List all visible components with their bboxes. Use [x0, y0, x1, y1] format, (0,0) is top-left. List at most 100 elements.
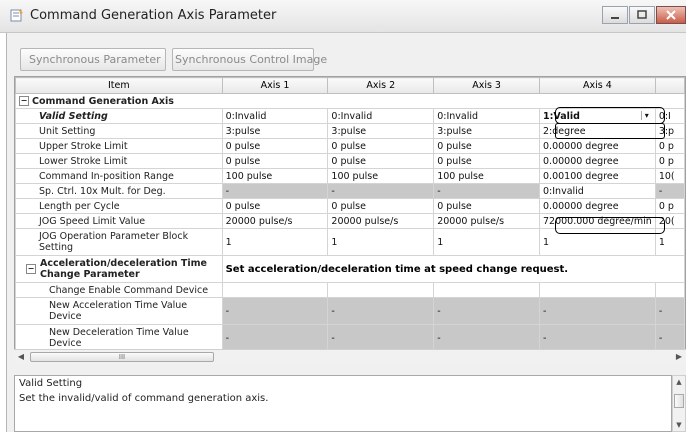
row-label-valid-setting[interactable]: Valid Setting	[15, 108, 223, 124]
column-header-axis-2[interactable]: Axis 2	[327, 77, 435, 94]
cell[interactable]: 0 pulse	[221, 198, 329, 214]
cell[interactable]: 3:pulse	[327, 123, 435, 139]
cell: -	[539, 324, 656, 352]
cell[interactable]	[433, 282, 540, 298]
collapse-icon[interactable]: −	[19, 96, 29, 106]
highlight-unit-setting-axis-4	[555, 123, 665, 139]
scroll-down-icon[interactable]: ▼	[673, 419, 685, 431]
maximize-icon	[637, 10, 647, 19]
highlight-valid-setting-axis-4	[555, 107, 665, 124]
cell: -	[327, 183, 435, 199]
row-label-sp-ctrl-10x-mult[interactable]: Sp. Ctrl. 10x Mult. for Deg.	[15, 183, 223, 199]
cell[interactable]: 20000 pulse/s	[327, 213, 435, 229]
cell[interactable]: 0:Invalid	[327, 108, 435, 124]
parameter-grid: Item Axis 1 Axis 2 Axis 3 Axis 4 − Comman…	[14, 76, 686, 363]
description-panel: Valid Setting Set the invalid/valid of c…	[14, 375, 672, 432]
row-label-new-acceleration-time-value-device[interactable]: New Acceleration Time Value Device	[15, 297, 223, 325]
cell: -	[654, 324, 685, 352]
cell[interactable]: 0 pulse	[327, 153, 435, 169]
highlight-jog-speed-axis-4	[555, 217, 665, 234]
cell[interactable]: 0 pulse	[433, 138, 540, 154]
table-row: Command In-position Range 100 pulse 100 …	[15, 168, 685, 184]
cell[interactable]: 0 p	[654, 138, 685, 154]
cell[interactable]: 0 pulse	[327, 198, 435, 214]
collapse-icon[interactable]: −	[26, 264, 36, 274]
close-icon	[666, 10, 676, 20]
synchronous-parameter-button[interactable]: Synchronous Parameter	[20, 48, 166, 71]
cell[interactable]: 0.00000 degree	[539, 153, 656, 169]
cell[interactable]: 0 pulse	[221, 153, 329, 169]
maximize-button[interactable]	[629, 6, 655, 24]
close-button[interactable]	[656, 6, 686, 24]
group-row-accel-decel-time-change: − Acceleration/deceleration Time Change P…	[15, 255, 685, 283]
cell[interactable]: 20000 pulse/s	[433, 213, 540, 229]
description-title: Valid Setting	[19, 378, 83, 389]
cell[interactable]: 0:Invalid	[221, 108, 329, 124]
description-scrollbar[interactable]: ▲ ▼	[672, 375, 686, 432]
scroll-left-icon[interactable]: ◀	[14, 350, 28, 364]
row-label-upper-stroke-limit[interactable]: Upper Stroke Limit	[15, 138, 223, 154]
synchronous-control-image-button[interactable]: Synchronous Control Image	[172, 48, 327, 71]
cell[interactable]: 0 p	[654, 153, 685, 169]
cell[interactable]: 1	[433, 228, 540, 256]
cell[interactable]: 3:pulse	[221, 123, 329, 139]
table-row: Length per Cycle 0 pulse 0 pulse 0 pulse…	[15, 198, 685, 214]
cell[interactable]: 10(	[654, 168, 685, 184]
group-note: Set acceleration/deceleration time at sp…	[221, 255, 685, 283]
cell[interactable]: 0:Invalid	[539, 183, 656, 199]
cell[interactable]: 0.00100 degree	[539, 168, 656, 184]
cell[interactable]: 0 pulse	[433, 198, 540, 214]
cell[interactable]	[327, 282, 435, 298]
toolbar: Synchronous Parameter Synchronous Contro…	[20, 48, 327, 71]
cell[interactable]: 100 pulse	[433, 168, 540, 184]
cell: -	[539, 297, 656, 325]
cell[interactable]: 100 pulse	[327, 168, 435, 184]
cell: -	[221, 297, 329, 325]
column-header-axis-5[interactable]	[654, 77, 685, 94]
cell[interactable]: 100 pulse	[221, 168, 329, 184]
cell: -	[433, 297, 540, 325]
column-header-axis-1[interactable]: Axis 1	[221, 77, 329, 94]
cell: -	[221, 324, 329, 352]
column-header-axis-4[interactable]: Axis 4	[539, 77, 656, 94]
row-label-jog-speed-limit-value[interactable]: JOG Speed Limit Value	[15, 213, 223, 229]
header-row: Item Axis 1 Axis 2 Axis 3 Axis 4	[15, 77, 685, 94]
scroll-right-icon[interactable]: ▶	[672, 350, 686, 364]
row-label-command-in-position-range[interactable]: Command In-position Range	[15, 168, 223, 184]
row-label-unit-setting[interactable]: Unit Setting	[15, 123, 223, 139]
row-label-change-enable-command-device[interactable]: Change Enable Command Device	[15, 282, 223, 298]
row-label-jog-operation-parameter-block[interactable]: JOG Operation Parameter Block Setting	[15, 228, 223, 256]
row-label-new-deceleration-time-value-device[interactable]: New Deceleration Time Value Device	[15, 324, 223, 352]
row-label-lower-stroke-limit[interactable]: Lower Stroke Limit	[15, 153, 223, 169]
row-label-length-per-cycle[interactable]: Length per Cycle	[15, 198, 223, 214]
cell[interactable]: 0 p	[654, 198, 685, 214]
cell[interactable]: 20000 pulse/s	[221, 213, 329, 229]
cell[interactable]: 0.00000 degree	[539, 198, 656, 214]
cell[interactable]: 0:Invalid	[433, 108, 540, 124]
column-header-item[interactable]: Item	[15, 77, 223, 94]
scroll-up-icon[interactable]: ▲	[673, 376, 685, 388]
cell: -	[654, 183, 685, 199]
cell[interactable]: 0 pulse	[221, 138, 329, 154]
cell[interactable]: 1	[221, 228, 329, 256]
table-row: Lower Stroke Limit 0 pulse 0 pulse 0 pul…	[15, 153, 685, 169]
cell[interactable]: 1	[327, 228, 435, 256]
cell[interactable]: 3:pulse	[433, 123, 540, 139]
group-label[interactable]: − Acceleration/deceleration Time Change P…	[15, 255, 223, 283]
parameter-window-icon	[10, 9, 23, 22]
cell: -	[221, 183, 329, 199]
scrollbar-thumb[interactable]	[674, 394, 684, 408]
cell[interactable]	[654, 282, 685, 298]
horizontal-scrollbar[interactable]: ◀ III ▶	[14, 349, 686, 364]
cell[interactable]: 0 pulse	[433, 153, 540, 169]
cell[interactable]: 0 pulse	[327, 138, 435, 154]
cell[interactable]	[539, 282, 656, 298]
cell[interactable]: 0.00000 degree	[539, 138, 656, 154]
table-row: New Acceleration Time Value Device - - -…	[15, 297, 685, 325]
cell[interactable]	[221, 282, 329, 298]
cell: -	[327, 324, 435, 352]
column-header-axis-3[interactable]: Axis 3	[433, 77, 540, 94]
minimize-button[interactable]	[602, 6, 628, 24]
window-title: Command Generation Axis Parameter	[30, 8, 277, 23]
scrollbar-thumb[interactable]: III	[30, 352, 214, 362]
